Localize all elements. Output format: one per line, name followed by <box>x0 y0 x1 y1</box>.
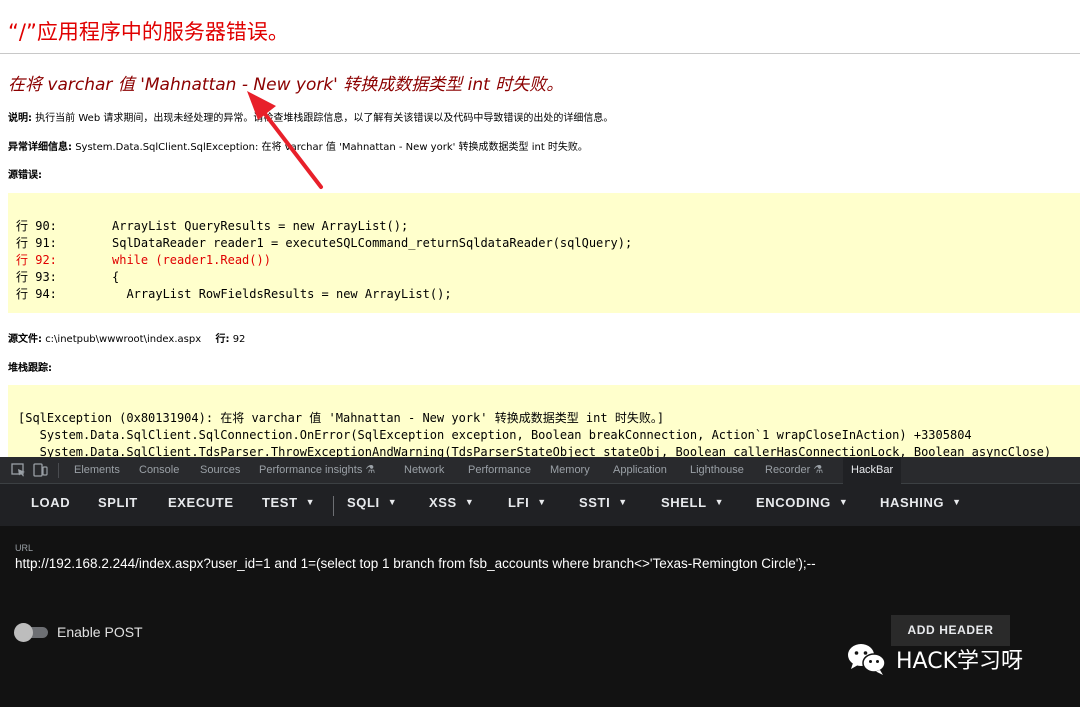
hackbar-toolbar: LOAD SPLIT EXECUTE TEST ▼ SQLI ▼ XSS ▼ LFI ▼… <box>0 484 1080 526</box>
source-error-label: 源错误: <box>8 170 42 181</box>
code-line-number: 行 93: <box>16 270 57 284</box>
flask-icon: ⚗ <box>813 464 824 476</box>
page-title: “/”应用程序中的服务器错误。 <box>8 20 289 44</box>
divider <box>0 53 1080 54</box>
stack-line: [SqlException (0x80131904): 在将 varchar 值… <box>18 411 665 425</box>
lfi-label: LFI <box>508 495 530 510</box>
caret-down-icon: ▼ <box>838 497 849 507</box>
code-line-number: 行 92: <box>16 253 57 267</box>
source-file-line: 源文件: c:\inetpub\wwwroot\index.aspx 行: 92 <box>8 330 245 345</box>
tab-performance-insights-label: Performance insights <box>259 464 363 476</box>
description-line: 说明: 执行当前 Web 请求期间，出现未经处理的异常。请检查堆栈跟踪信息，以了… <box>8 109 613 124</box>
source-file-value: c:\inetpub\wwwroot\index.aspx <box>45 334 202 345</box>
tab-memory[interactable]: Memory <box>550 457 590 484</box>
code-line-number: 行 91: <box>16 236 57 250</box>
xss-dropdown[interactable]: XSS ▼ <box>429 495 474 510</box>
caret-down-icon: ▼ <box>952 497 962 507</box>
stack-trace-heading: 堆栈跟踪: <box>8 359 52 374</box>
sqli-dropdown[interactable]: SQLI ▼ <box>347 495 397 510</box>
shell-dropdown[interactable]: SHELL ▼ <box>661 495 724 510</box>
code-line-number: 行 90: <box>16 219 57 233</box>
url-input[interactable]: http://192.168.2.244/index.aspx?user_id=… <box>15 556 1075 571</box>
device-toolbar-icon[interactable] <box>33 463 48 477</box>
code-line-text: while (reader1.Read()) <box>112 253 271 267</box>
tab-elements[interactable]: Elements <box>74 457 120 484</box>
code-line-text: { <box>112 270 120 284</box>
stack-trace-box: [SqlException (0x80131904): 在将 varchar 值… <box>8 385 1080 457</box>
encoding-label: ENCODING <box>756 495 831 510</box>
sqli-label: SQLI <box>347 495 380 510</box>
caret-down-icon: ▼ <box>618 497 628 507</box>
tab-network[interactable]: Network <box>404 457 444 484</box>
line-value: 92 <box>232 334 246 345</box>
caret-down-icon: ▼ <box>305 497 316 507</box>
flask-icon: ⚗ <box>365 464 376 476</box>
ssti-label: SSTI <box>579 495 611 510</box>
source-error-heading: 源错误: <box>8 166 42 181</box>
exception-line: 异常详细信息: System.Data.SqlClient.SqlExcepti… <box>8 138 588 153</box>
caret-down-icon: ▼ <box>714 497 725 507</box>
source-file-label: 源文件: <box>8 334 42 345</box>
toggle-knob <box>14 623 33 642</box>
code-line: 行 93: { <box>16 269 119 286</box>
tab-sources[interactable]: Sources <box>200 457 240 484</box>
test-label: TEST <box>262 495 298 510</box>
url-label: URL <box>15 543 34 553</box>
inspect-element-icon[interactable] <box>11 463 26 477</box>
load-button[interactable]: LOAD <box>31 495 70 510</box>
tab-performance-insights[interactable]: Performance insights ⚗ <box>259 457 375 484</box>
code-line-text: ArrayList RowFieldsResults = new ArrayLi… <box>112 287 452 301</box>
source-code-box: 行 90: ArrayList QueryResults = new ArrayL… <box>8 193 1080 313</box>
code-line: 行 90: ArrayList QueryResults = new ArrayL… <box>16 218 408 235</box>
tab-performance[interactable]: Performance <box>468 457 531 484</box>
toolbar-divider <box>333 496 334 516</box>
tab-recorder-label: Recorder <box>765 464 811 476</box>
watermark-text: HACK学习呀 <box>896 649 1023 674</box>
enable-post-label: Enable POST <box>57 624 143 640</box>
code-line: 行 91: SqlDataReader reader1 = executeSQLC… <box>16 235 632 252</box>
devtools-tab-bar: Elements Console Sources Performance ins… <box>0 457 1080 484</box>
watermark: HACK学习呀 <box>846 642 1023 676</box>
tab-lighthouse[interactable]: Lighthouse <box>690 457 744 484</box>
shell-label: SHELL <box>661 495 707 510</box>
stack-trace-label: 堆栈跟踪: <box>8 363 52 374</box>
tab-recorder[interactable]: Recorder ⚗ <box>765 457 823 484</box>
execute-button[interactable]: EXECUTE <box>168 495 234 510</box>
tab-console[interactable]: Console <box>139 457 179 484</box>
code-line: 行 94: ArrayList RowFieldsResults = new A… <box>16 286 452 303</box>
error-page: “/”应用程序中的服务器错误。 在将 varchar 值 'Mahnattan … <box>0 0 1080 457</box>
ssti-dropdown[interactable]: SSTI ▼ <box>579 495 628 510</box>
code-line-number: 行 94: <box>16 287 57 301</box>
test-dropdown[interactable]: TEST ▼ <box>262 495 315 510</box>
exception-label: 异常详细信息: <box>8 142 72 153</box>
description-label: 说明: <box>8 113 32 124</box>
caret-down-icon: ▼ <box>464 497 475 507</box>
tab-hackbar[interactable]: HackBar <box>843 457 902 484</box>
stack-line: System.Data.SqlClient.SqlConnection.OnEr… <box>18 428 972 442</box>
encoding-dropdown[interactable]: ENCODING ▼ <box>756 495 848 510</box>
code-line-highlighted: 行 92: while (reader1.Read()) <box>16 252 271 269</box>
enable-post-toggle[interactable] <box>14 623 50 642</box>
description-text: 执行当前 Web 请求期间，出现未经处理的异常。请检查堆栈跟踪信息，以了解有关该… <box>35 113 614 124</box>
lfi-dropdown[interactable]: LFI ▼ <box>508 495 547 510</box>
split-button[interactable]: SPLIT <box>98 495 138 510</box>
caret-down-icon: ▼ <box>387 497 398 507</box>
code-line-text: ArrayList QueryResults = new ArrayList()… <box>112 219 409 233</box>
hashing-dropdown[interactable]: HASHING ▼ <box>880 495 962 510</box>
caret-down-icon: ▼ <box>537 497 547 507</box>
tab-separator <box>58 463 59 478</box>
xss-label: XSS <box>429 495 457 510</box>
code-line-text: SqlDataReader reader1 = executeSQLComman… <box>112 236 633 250</box>
exception-text: System.Data.SqlClient.SqlException: 在将 v… <box>75 142 588 153</box>
error-subtitle: 在将 varchar 值 'Mahnattan - New york' 转换成数… <box>8 75 564 95</box>
wechat-icon <box>848 644 886 675</box>
tab-application[interactable]: Application <box>613 457 667 484</box>
hashing-label: HASHING <box>880 495 945 510</box>
stack-line: System.Data.SqlClient.TdsParser.ThrowExc… <box>18 445 1052 457</box>
line-label: 行: <box>215 334 230 345</box>
